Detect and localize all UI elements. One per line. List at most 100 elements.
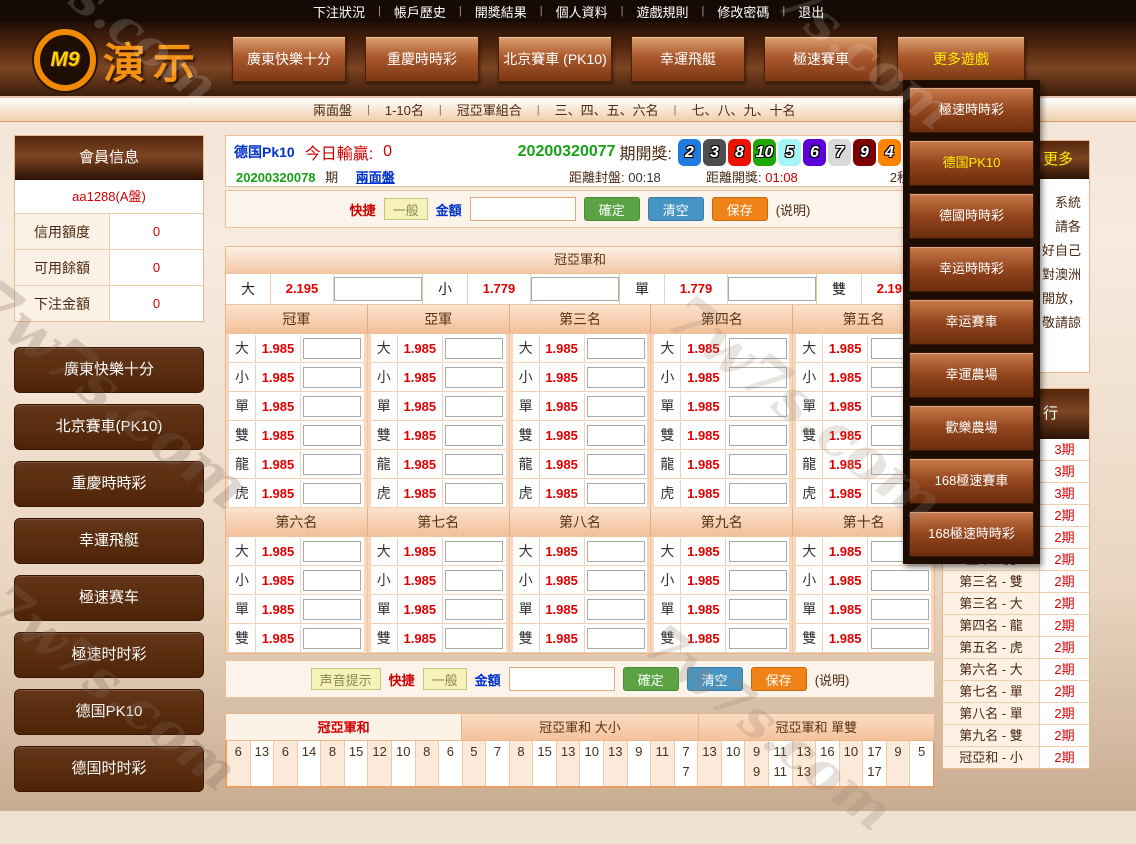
trend-tab[interactable]: 冠亞軍和 大小 — [462, 713, 699, 741]
bet-amount-input[interactable] — [334, 277, 422, 301]
bet-amount-input[interactable] — [303, 395, 362, 417]
bet-amount-input[interactable] — [728, 569, 787, 591]
sound-hint-button[interactable]: 声音提示 — [310, 668, 381, 690]
sidebar-game-button[interactable]: 重慶時時彩 — [14, 461, 204, 507]
bet-amount-input[interactable] — [870, 627, 929, 649]
bet-amount-input[interactable] — [586, 366, 645, 388]
sidebar-game-button[interactable]: 幸運飛艇 — [14, 518, 204, 564]
dropdown-game-item[interactable]: 德国PK10 — [909, 140, 1034, 186]
clear-button[interactable]: 清空 — [686, 667, 743, 691]
bet-amount-input[interactable] — [586, 424, 645, 446]
bet-amount-input[interactable] — [303, 540, 362, 562]
sidebar-game-button[interactable]: 德国时时彩 — [14, 746, 204, 792]
header-game-button[interactable]: 北京賽車 (PK10) — [498, 36, 612, 82]
bet-amount-input[interactable] — [445, 366, 504, 388]
dropdown-game-item[interactable]: 168極速賽車 — [909, 458, 1034, 504]
amount-input[interactable] — [508, 667, 615, 691]
dropdown-game-item[interactable]: 幸运時時彩 — [909, 246, 1034, 292]
bet-amount-input[interactable] — [445, 453, 504, 475]
bet-amount-input[interactable] — [586, 482, 645, 504]
header-game-button[interactable]: 重慶時時彩 — [365, 36, 479, 82]
bet-amount-input[interactable] — [445, 424, 504, 446]
bet-amount-input[interactable] — [445, 337, 504, 359]
bet-amount-input[interactable] — [303, 482, 362, 504]
bet-amount-input[interactable] — [303, 598, 362, 620]
bet-amount-input[interactable] — [728, 482, 787, 504]
bet-amount-input[interactable] — [303, 366, 362, 388]
bet-amount-input[interactable] — [445, 627, 504, 649]
bet-amount-input[interactable] — [303, 627, 362, 649]
bet-row: 雙 1.985 — [229, 624, 364, 653]
bet-amount-input[interactable] — [586, 337, 645, 359]
save-button[interactable]: 保存 — [750, 667, 807, 691]
sidebar-game-button[interactable]: 極速赛车 — [14, 575, 204, 621]
header-game-button[interactable]: 極速賽車 — [764, 36, 878, 82]
bet-row: 雙 1.985 — [512, 421, 648, 450]
bet-amount-input[interactable] — [728, 424, 787, 446]
bet-amount-input[interactable] — [303, 424, 362, 446]
sidebar-game-button[interactable]: 德国PK10 — [14, 689, 204, 735]
bet-amount-input[interactable] — [728, 627, 787, 649]
bet-amount-input[interactable] — [531, 277, 619, 301]
bet-amount-input[interactable] — [728, 540, 787, 562]
top-menu-item[interactable]: 下注狀況 — [300, 2, 378, 21]
bet-amount-input[interactable] — [445, 482, 504, 504]
bet-amount-input[interactable] — [586, 627, 645, 649]
bet-amount-input[interactable] — [303, 337, 362, 359]
bet-amount-input[interactable] — [303, 453, 362, 475]
bet-amount-input[interactable] — [728, 277, 816, 301]
normal-mode-button[interactable]: 一般 — [383, 198, 428, 220]
bet-amount-input[interactable] — [870, 569, 929, 591]
instructions-link[interactable]: (说明) — [815, 670, 850, 689]
top-menu-item[interactable]: 遊戲規則 — [624, 2, 702, 21]
top-menu-item[interactable]: 開獎結果 — [462, 2, 540, 21]
normal-mode-button[interactable]: 一般 — [422, 668, 467, 690]
bet-amount-input[interactable] — [728, 453, 787, 475]
bet-amount-input[interactable] — [445, 395, 504, 417]
top-menu-item[interactable]: 修改密碼 — [704, 2, 782, 21]
trend-tab[interactable]: 冠亞軍和 — [225, 713, 463, 741]
sub-nav-item[interactable]: 七、八、九、十名 — [677, 100, 811, 119]
bet-amount-input[interactable] — [445, 598, 504, 620]
dropdown-game-item[interactable]: 幸運農場 — [909, 352, 1034, 398]
bet-amount-input[interactable] — [870, 598, 929, 620]
bet-amount-input[interactable] — [445, 569, 504, 591]
sidebar-game-button[interactable]: 北京賽車(PK10) — [14, 404, 204, 450]
sub-nav-item[interactable]: 三、四、五、六名 — [540, 100, 674, 119]
dropdown-game-item[interactable]: 幸运賽車 — [909, 299, 1034, 345]
sidebar-game-button[interactable]: 極速时时彩 — [14, 632, 204, 678]
bet-amount-input[interactable] — [728, 598, 787, 620]
bet-amount-input[interactable] — [728, 366, 787, 388]
dropdown-game-item[interactable]: 歡樂農場 — [909, 405, 1034, 451]
dropdown-game-item[interactable]: 極速時時彩 — [909, 87, 1034, 133]
amount-input[interactable] — [469, 197, 576, 221]
confirm-button[interactable]: 確定 — [622, 667, 679, 691]
header-game-button[interactable]: 幸運飛艇 — [631, 36, 745, 82]
board-type-link[interactable]: 兩面盤 — [356, 170, 395, 185]
dropdown-game-item[interactable]: 德國時時彩 — [909, 193, 1034, 239]
bet-amount-input[interactable] — [728, 337, 787, 359]
trend-tab[interactable]: 冠亞軍和 單雙 — [698, 713, 935, 741]
save-button[interactable]: 保存 — [711, 197, 768, 221]
clear-button[interactable]: 清空 — [647, 197, 704, 221]
top-menu-item[interactable]: 個人資料 — [543, 2, 621, 21]
dropdown-game-item[interactable]: 168極速時時彩 — [909, 511, 1034, 557]
sidebar-game-button[interactable]: 廣東快樂十分 — [14, 347, 204, 393]
header-game-button[interactable]: 更多遊戲 — [897, 36, 1025, 82]
bet-amount-input[interactable] — [586, 540, 645, 562]
bet-amount-input[interactable] — [445, 540, 504, 562]
bet-amount-input[interactable] — [728, 395, 787, 417]
bet-amount-input[interactable] — [303, 569, 362, 591]
top-menu-item[interactable]: 退出 — [785, 2, 837, 21]
sub-nav-item[interactable]: 冠亞軍組合 — [442, 100, 537, 119]
bet-amount-input[interactable] — [586, 598, 645, 620]
header-game-button[interactable]: 廣東快樂十分 — [232, 36, 346, 82]
bet-amount-input[interactable] — [586, 569, 645, 591]
bet-amount-input[interactable] — [586, 453, 645, 475]
instructions-link[interactable]: (说明) — [776, 200, 811, 219]
top-menu-item[interactable]: 帳戶歷史 — [381, 2, 459, 21]
bet-amount-input[interactable] — [586, 395, 645, 417]
confirm-button[interactable]: 確定 — [583, 197, 640, 221]
sub-nav-item[interactable]: 1-10名 — [370, 100, 439, 119]
sub-nav-item[interactable]: 兩面盤 — [298, 100, 367, 119]
